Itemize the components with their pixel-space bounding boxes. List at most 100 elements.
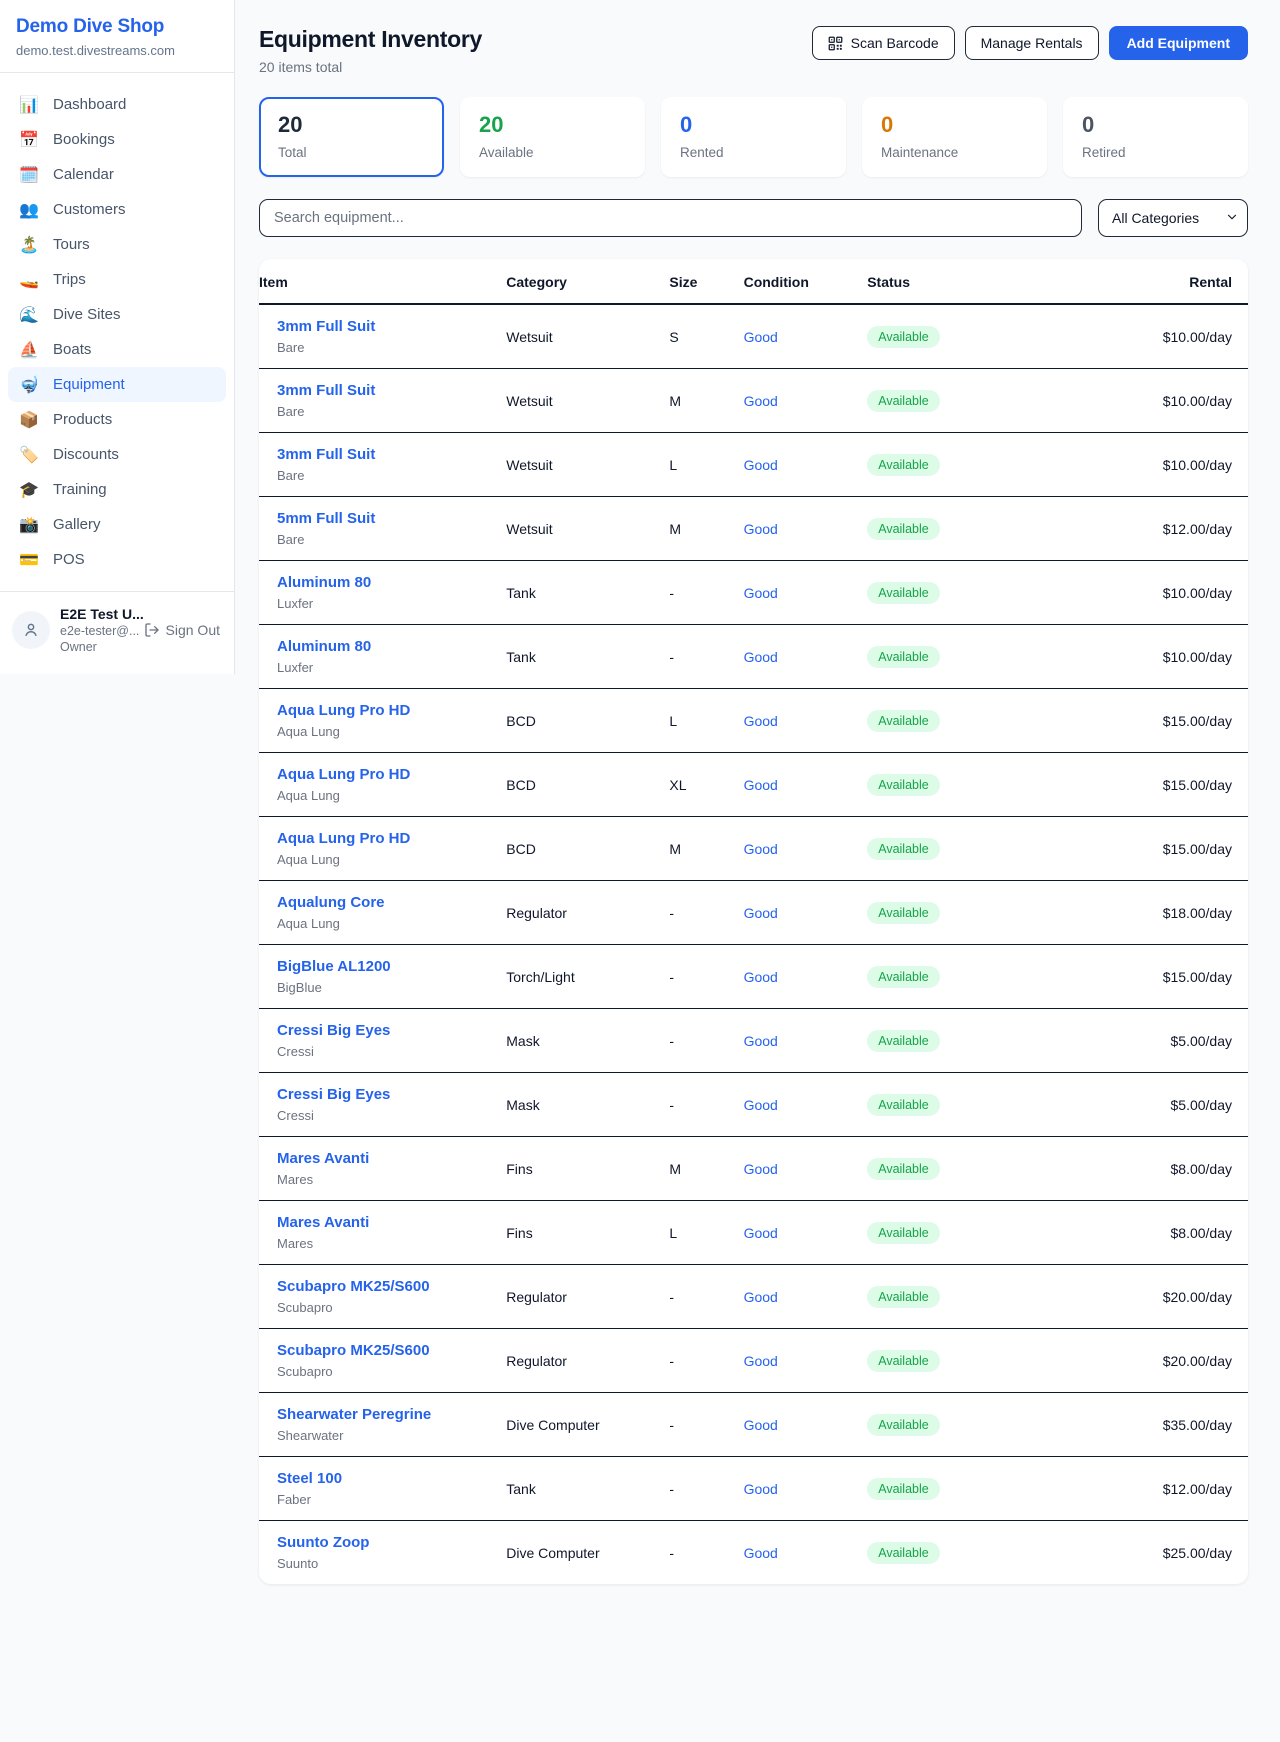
sidebar-item-gallery[interactable]: 📸 Gallery <box>8 507 226 542</box>
sidebar-item-dive-sites[interactable]: 🌊 Dive Sites <box>8 297 226 332</box>
stat-card-total[interactable]: 20 Total <box>259 97 444 177</box>
sidebar-item-discounts[interactable]: 🏷️ Discounts <box>8 437 226 472</box>
sidebar-item-equipment[interactable]: 🤿 Equipment <box>8 367 226 402</box>
nav-icon: 📅 <box>18 132 40 148</box>
item-link[interactable]: Scubapro MK25/S600 <box>277 1342 506 1359</box>
item-link[interactable]: Steel 100 <box>277 1470 506 1487</box>
condition-cell: Good <box>744 625 868 689</box>
sign-out-button[interactable]: Sign Out <box>144 622 222 638</box>
condition-link[interactable]: Good <box>744 1545 778 1561</box>
item-category: Regulator <box>506 1265 669 1329</box>
manage-rentals-button[interactable]: Manage Rentals <box>965 26 1099 60</box>
item-link[interactable]: Aqua Lung Pro HD <box>277 766 506 783</box>
condition-link[interactable]: Good <box>744 649 778 665</box>
sidebar-item-customers[interactable]: 👥 Customers <box>8 192 226 227</box>
status-cell: Available <box>867 1393 1055 1457</box>
column-header[interactable]: Item <box>259 259 506 304</box>
item-link[interactable]: Mares Avanti <box>277 1150 506 1167</box>
table-row[interactable]: Aqua Lung Pro HD Aqua Lung BCD XL Good A… <box>259 753 1248 817</box>
sidebar-item-trips[interactable]: 🚤 Trips <box>8 262 226 297</box>
item-link[interactable]: Suunto Zoop <box>277 1534 506 1551</box>
item-link[interactable]: 3mm Full Suit <box>277 318 506 335</box>
sidebar-item-pos[interactable]: 💳 POS <box>8 542 226 577</box>
table-row[interactable]: Suunto Zoop Suunto Dive Computer - Good … <box>259 1521 1248 1585</box>
condition-link[interactable]: Good <box>744 1417 778 1433</box>
stat-card-retired[interactable]: 0 Retired <box>1063 97 1248 177</box>
add-equipment-button[interactable]: Add Equipment <box>1109 26 1248 60</box>
brand-title[interactable]: Demo Dive Shop <box>16 16 218 38</box>
sidebar-item-bookings[interactable]: 📅 Bookings <box>8 122 226 157</box>
column-header[interactable]: Size <box>669 259 743 304</box>
table-row[interactable]: Mares Avanti Mares Fins M Good Available… <box>259 1137 1248 1201</box>
table-row[interactable]: 3mm Full Suit Bare Wetsuit M Good Availa… <box>259 369 1248 433</box>
table-row[interactable]: 3mm Full Suit Bare Wetsuit L Good Availa… <box>259 433 1248 497</box>
item-cell: Cressi Big Eyes Cressi <box>259 1009 506 1073</box>
item-link[interactable]: Aqua Lung Pro HD <box>277 830 506 847</box>
item-link[interactable]: 3mm Full Suit <box>277 446 506 463</box>
stat-card-maintenance[interactable]: 0 Maintenance <box>862 97 1047 177</box>
item-link[interactable]: Mares Avanti <box>277 1214 506 1231</box>
sidebar-item-training[interactable]: 🎓 Training <box>8 472 226 507</box>
column-header[interactable]: Rental <box>1055 259 1248 304</box>
table-row[interactable]: Aluminum 80 Luxfer Tank - Good Available… <box>259 561 1248 625</box>
item-link[interactable]: BigBlue AL1200 <box>277 958 506 975</box>
item-link[interactable]: Cressi Big Eyes <box>277 1022 506 1039</box>
condition-link[interactable]: Good <box>744 329 778 345</box>
table-row[interactable]: 5mm Full Suit Bare Wetsuit M Good Availa… <box>259 497 1248 561</box>
stat-card-rented[interactable]: 0 Rented <box>661 97 846 177</box>
column-header[interactable]: Category <box>506 259 669 304</box>
item-link[interactable]: Aluminum 80 <box>277 638 506 655</box>
table-row[interactable]: Aqualung Core Aqua Lung Regulator - Good… <box>259 881 1248 945</box>
table-row[interactable]: Cressi Big Eyes Cressi Mask - Good Avail… <box>259 1073 1248 1137</box>
condition-link[interactable]: Good <box>744 521 778 537</box>
condition-link[interactable]: Good <box>744 585 778 601</box>
column-header[interactable]: Status <box>867 259 1055 304</box>
condition-link[interactable]: Good <box>744 841 778 857</box>
item-link[interactable]: Aqua Lung Pro HD <box>277 702 506 719</box>
condition-link[interactable]: Good <box>744 1097 778 1113</box>
nav-icon: 👥 <box>18 202 40 218</box>
condition-link[interactable]: Good <box>744 713 778 729</box>
item-link[interactable]: Shearwater Peregrine <box>277 1406 506 1423</box>
search-input[interactable] <box>259 199 1082 237</box>
table-row[interactable]: Mares Avanti Mares Fins L Good Available… <box>259 1201 1248 1265</box>
condition-link[interactable]: Good <box>744 777 778 793</box>
column-header[interactable]: Condition <box>744 259 868 304</box>
condition-link[interactable]: Good <box>744 969 778 985</box>
sidebar-item-boats[interactable]: ⛵ Boats <box>8 332 226 367</box>
condition-link[interactable]: Good <box>744 1353 778 1369</box>
condition-link[interactable]: Good <box>744 1289 778 1305</box>
category-select[interactable]: All Categories <box>1098 199 1248 237</box>
sidebar-item-dashboard[interactable]: 📊 Dashboard <box>8 87 226 122</box>
table-row[interactable]: Aluminum 80 Luxfer Tank - Good Available… <box>259 625 1248 689</box>
nav-icon: ⛵ <box>18 342 40 358</box>
item-brand: Bare <box>277 404 506 419</box>
condition-link[interactable]: Good <box>744 1161 778 1177</box>
table-row[interactable]: Aqua Lung Pro HD Aqua Lung BCD L Good Av… <box>259 689 1248 753</box>
sidebar-item-tours[interactable]: 🏝️ Tours <box>8 227 226 262</box>
condition-link[interactable]: Good <box>744 1225 778 1241</box>
table-row[interactable]: Scubapro MK25/S600 Scubapro Regulator - … <box>259 1329 1248 1393</box>
item-link[interactable]: Aluminum 80 <box>277 574 506 591</box>
table-row[interactable]: Scubapro MK25/S600 Scubapro Regulator - … <box>259 1265 1248 1329</box>
item-link[interactable]: 3mm Full Suit <box>277 382 506 399</box>
table-row[interactable]: BigBlue AL1200 BigBlue Torch/Light - Goo… <box>259 945 1248 1009</box>
scan-barcode-button[interactable]: Scan Barcode <box>812 26 955 60</box>
sidebar-item-products[interactable]: 📦 Products <box>8 402 226 437</box>
sidebar-item-calendar[interactable]: 🗓️ Calendar <box>8 157 226 192</box>
table-row[interactable]: Steel 100 Faber Tank - Good Available $1… <box>259 1457 1248 1521</box>
condition-link[interactable]: Good <box>744 457 778 473</box>
table-row[interactable]: Aqua Lung Pro HD Aqua Lung BCD M Good Av… <box>259 817 1248 881</box>
table-row[interactable]: Shearwater Peregrine Shearwater Dive Com… <box>259 1393 1248 1457</box>
table-row[interactable]: 3mm Full Suit Bare Wetsuit S Good Availa… <box>259 304 1248 369</box>
condition-link[interactable]: Good <box>744 905 778 921</box>
table-row[interactable]: Cressi Big Eyes Cressi Mask - Good Avail… <box>259 1009 1248 1073</box>
stat-card-available[interactable]: 20 Available <box>460 97 645 177</box>
item-link[interactable]: Cressi Big Eyes <box>277 1086 506 1103</box>
condition-link[interactable]: Good <box>744 393 778 409</box>
condition-link[interactable]: Good <box>744 1033 778 1049</box>
item-link[interactable]: 5mm Full Suit <box>277 510 506 527</box>
item-link[interactable]: Aqualung Core <box>277 894 506 911</box>
condition-link[interactable]: Good <box>744 1481 778 1497</box>
item-link[interactable]: Scubapro MK25/S600 <box>277 1278 506 1295</box>
